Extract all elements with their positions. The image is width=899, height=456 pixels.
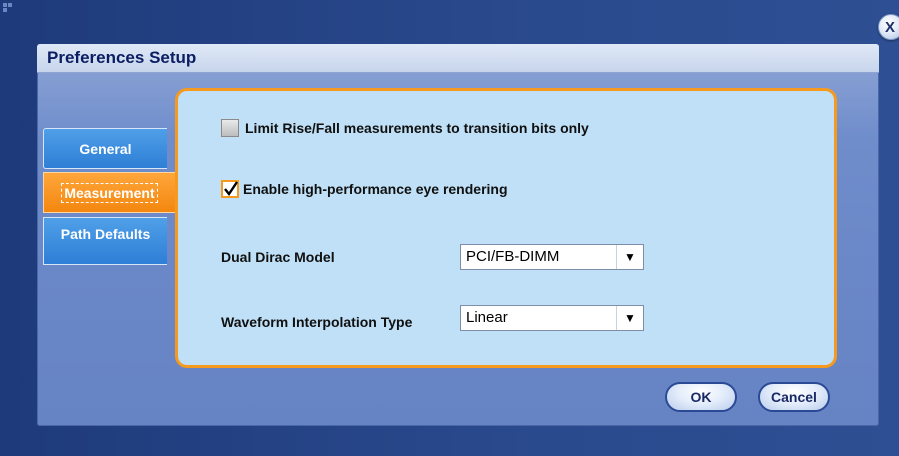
tab-general[interactable]: General (43, 128, 167, 169)
close-button[interactable]: X (878, 14, 899, 40)
high-perf-eye-row[interactable]: Enable high-performance eye rendering (221, 180, 508, 198)
limit-rise-fall-checkbox[interactable] (221, 119, 239, 137)
tab-measurement[interactable]: Measurement (43, 172, 175, 213)
cancel-button-label: Cancel (771, 389, 817, 405)
chevron-down-icon[interactable]: ▼ (616, 245, 643, 269)
limit-rise-fall-row[interactable]: Limit Rise/Fall measurements to transiti… (221, 119, 589, 137)
waveform-interp-label: Waveform Interpolation Type (221, 314, 413, 330)
limit-rise-fall-label: Limit Rise/Fall measurements to transiti… (245, 120, 589, 136)
dual-dirac-label: Dual Dirac Model (221, 249, 335, 265)
waveform-interp-select[interactable]: Linear ▼ (460, 305, 644, 331)
ok-button[interactable]: OK (665, 382, 737, 412)
ok-button-label: OK (690, 389, 712, 405)
window-grip-icon[interactable] (2, 2, 18, 18)
chevron-down-icon[interactable]: ▼ (616, 306, 643, 330)
checkmark-icon (224, 181, 238, 197)
high-perf-eye-label: Enable high-performance eye rendering (243, 181, 508, 197)
cancel-button[interactable]: Cancel (758, 382, 830, 412)
tab-path-defaults-label: Path Defaults (60, 226, 151, 242)
tab-path-defaults[interactable]: Path Defaults (43, 217, 167, 265)
tab-general-label: General (79, 140, 132, 157)
tab-measurement-label: Measurement (61, 182, 158, 203)
high-perf-eye-checkbox[interactable] (221, 180, 239, 198)
close-icon: X (884, 18, 895, 36)
dual-dirac-select[interactable]: PCI/FB-DIMM ▼ (460, 244, 644, 270)
dual-dirac-value: PCI/FB-DIMM (466, 248, 560, 265)
dialog-title: Preferences Setup (47, 48, 197, 67)
measurement-panel: Limit Rise/Fall measurements to transiti… (175, 88, 837, 368)
dialog-title-bar: Preferences Setup (37, 44, 879, 73)
preferences-dialog: Preferences Setup General Measurement Pa… (37, 44, 879, 426)
waveform-interp-value: Linear (466, 309, 508, 326)
